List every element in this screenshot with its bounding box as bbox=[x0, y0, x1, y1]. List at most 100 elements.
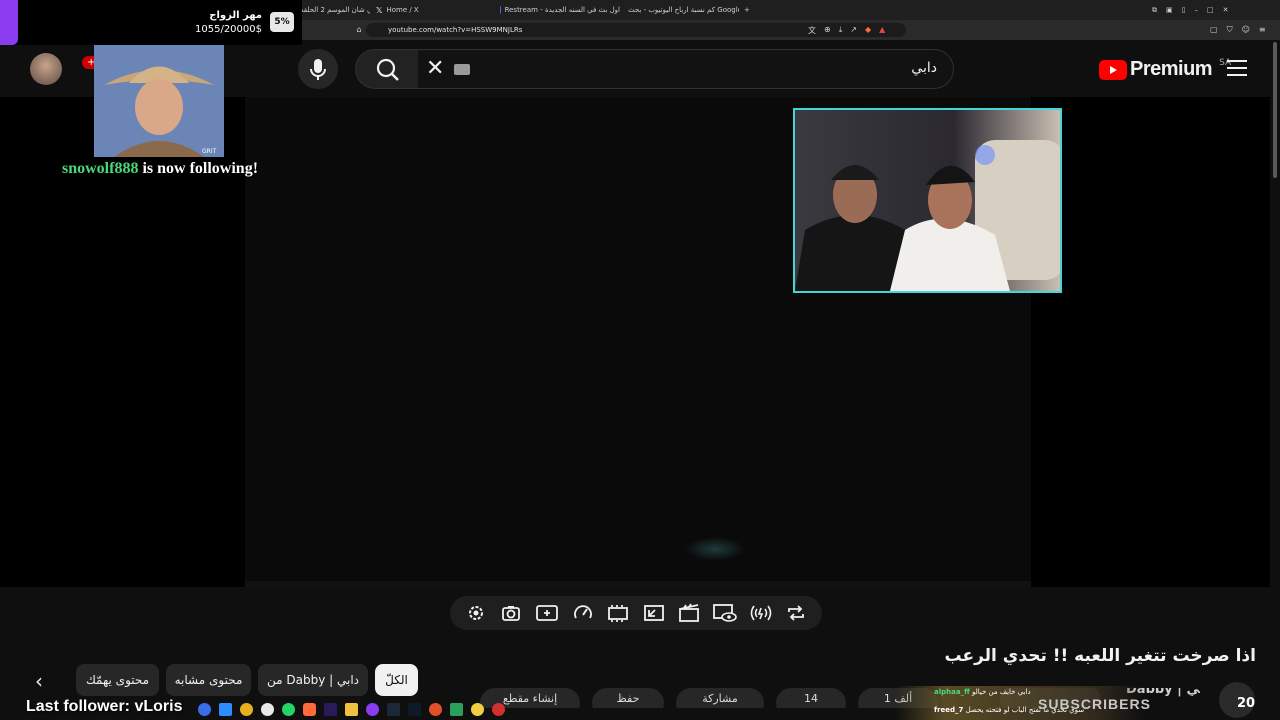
app-icon[interactable] bbox=[261, 703, 274, 716]
brand-text: Premium bbox=[1130, 58, 1213, 80]
chip-from-channel[interactable]: من Dabby | دابي bbox=[258, 664, 368, 696]
chip-all[interactable]: الكلّ bbox=[375, 664, 418, 696]
preview-button[interactable] bbox=[712, 600, 738, 626]
bookmark-icon[interactable]: ⌂ bbox=[354, 25, 364, 35]
cinema-mode-button[interactable] bbox=[605, 600, 631, 626]
reading-icon[interactable]: ▣ bbox=[1166, 6, 1173, 14]
video-dark-scene bbox=[685, 537, 745, 561]
browser-toolbar-icons: ⧉ ▣ ▯ – □ ✕ bbox=[1152, 3, 1262, 17]
search-input[interactable]: ✕ دابي bbox=[418, 49, 954, 89]
cowboy-image: GRIT bbox=[94, 45, 224, 157]
tab-restream[interactable]: Restream - اول بث في السنه الجديدة bbox=[500, 3, 620, 17]
last-follower: Last follower: vLoris bbox=[26, 698, 183, 715]
tab-label: جاكي شان الموسم 2 الحلقه bbox=[300, 6, 370, 14]
share-icon[interactable]: ↗ bbox=[850, 25, 857, 36]
sidebar-icon[interactable]: ▯ bbox=[1182, 6, 1186, 14]
wallet-icon[interactable]: ▢ bbox=[1210, 25, 1218, 35]
taskbar-apps bbox=[198, 703, 505, 716]
enhance-button[interactable] bbox=[534, 600, 560, 626]
minimize-button[interactable]: – bbox=[1194, 6, 1198, 14]
brave-rewards-icon[interactable]: ▲ bbox=[879, 25, 885, 36]
cinema-icon bbox=[608, 605, 629, 622]
search-button[interactable] bbox=[355, 49, 419, 89]
goal-percent: 5% bbox=[270, 12, 294, 32]
clapperboard-icon bbox=[679, 603, 700, 622]
chips-prev-button[interactable]: ‹ bbox=[24, 666, 54, 696]
app-icon[interactable] bbox=[198, 703, 211, 716]
steam-icon[interactable] bbox=[387, 703, 400, 716]
webcam-feed bbox=[795, 110, 1060, 291]
close-button[interactable]: ✕ bbox=[1223, 6, 1229, 14]
goal-progress-accent bbox=[0, 0, 18, 45]
menu-icon[interactable]: ≡ bbox=[1259, 25, 1266, 35]
goal-title: مهر الزواج bbox=[209, 10, 262, 21]
mic-icon bbox=[310, 59, 326, 80]
eye-screen-icon bbox=[713, 604, 737, 622]
video-title: اذا صرخت تتغير اللعبه !! تحدي الرعب bbox=[944, 646, 1256, 666]
maximize-button[interactable]: □ bbox=[1207, 6, 1214, 14]
enhance-icon bbox=[536, 605, 558, 621]
player-controls bbox=[450, 596, 822, 630]
app-icon[interactable] bbox=[366, 703, 379, 716]
voice-search-button[interactable] bbox=[298, 49, 338, 89]
goal-progress: 1055/20000$ bbox=[195, 24, 262, 35]
vpn-icon[interactable]: ⛉ bbox=[1227, 25, 1233, 35]
search-value: دابي bbox=[911, 60, 937, 76]
chip-relevant[interactable]: محتوى يهمّك bbox=[76, 664, 159, 696]
download-icon[interactable]: ⤓ bbox=[839, 25, 843, 36]
chat-line: alphaa_ff دابي خايف من خيالو bbox=[934, 688, 1031, 696]
svg-text:GRIT: GRIT bbox=[202, 148, 217, 155]
webcam-overlay bbox=[793, 108, 1062, 293]
clear-search-icon[interactable]: ✕ bbox=[426, 56, 444, 81]
chrome-icon[interactable] bbox=[240, 703, 253, 716]
app-icon[interactable] bbox=[471, 703, 484, 716]
search-icon bbox=[376, 58, 399, 81]
keyboard-icon[interactable] bbox=[454, 64, 470, 75]
whatsapp-icon[interactable] bbox=[282, 703, 295, 716]
x-logo-icon: 𝕏 bbox=[376, 5, 383, 15]
windows-taskbar: Last follower: vLoris bbox=[0, 698, 1280, 720]
extensions-icon[interactable]: ⧉ bbox=[1152, 6, 1157, 15]
brave-icon[interactable] bbox=[303, 703, 316, 716]
sound-wave-icon bbox=[750, 605, 771, 621]
page-scrollbar[interactable] bbox=[1270, 40, 1280, 720]
tab-google[interactable]: كم نسبة ارباح اليوتيوب - بحث Google bbox=[624, 3, 739, 17]
hamburger-icon[interactable] bbox=[1227, 60, 1247, 76]
youtube-logo[interactable]: Premium SA bbox=[1099, 58, 1231, 81]
avatar[interactable] bbox=[30, 53, 62, 85]
app-icon[interactable] bbox=[450, 703, 463, 716]
profile-icon[interactable]: ☺ bbox=[1242, 25, 1250, 35]
volume-boost-button[interactable] bbox=[748, 600, 774, 626]
obs-icon[interactable] bbox=[492, 703, 505, 716]
settings-button[interactable] bbox=[463, 600, 489, 626]
miniplayer-button[interactable] bbox=[641, 600, 667, 626]
video-bottom-edge bbox=[245, 581, 1031, 587]
restream-icon bbox=[500, 6, 501, 14]
chevron-left-icon: ‹ bbox=[35, 669, 43, 693]
tab-1[interactable]: جاكي شان الموسم 2 الحلقه bbox=[300, 3, 370, 17]
clapper-button[interactable] bbox=[676, 600, 702, 626]
app-icon[interactable] bbox=[408, 703, 421, 716]
premiere-icon[interactable] bbox=[324, 703, 337, 716]
tab-label: Restream - اول بث في السنه الجديدة bbox=[504, 6, 620, 14]
new-tab-button[interactable]: + bbox=[744, 3, 754, 17]
follower-name: snowolf888 bbox=[62, 160, 139, 177]
speed-button[interactable] bbox=[570, 600, 596, 626]
folder-icon[interactable] bbox=[345, 703, 358, 716]
speedometer-icon bbox=[573, 605, 592, 619]
app-icon[interactable] bbox=[429, 703, 442, 716]
screenshot-button[interactable] bbox=[498, 600, 524, 626]
youtube-play-icon bbox=[1099, 59, 1127, 80]
chip-similar[interactable]: محتوى مشابه bbox=[166, 664, 251, 696]
tab-x[interactable]: 𝕏 Home / X bbox=[376, 3, 496, 17]
camera-icon bbox=[502, 606, 521, 621]
translate-icon[interactable]: 文 bbox=[808, 25, 816, 36]
follower-alert-text: snowolf888 is now following! bbox=[62, 160, 258, 178]
loop-button[interactable] bbox=[783, 600, 809, 626]
tab-label: Home / X bbox=[386, 6, 419, 14]
scroll-thumb[interactable] bbox=[1273, 42, 1277, 178]
app-icon[interactable] bbox=[219, 703, 232, 716]
zoom-icon[interactable]: ⊕ bbox=[824, 25, 831, 36]
miniplayer-icon bbox=[643, 605, 664, 621]
brave-shield-icon[interactable]: ◆ bbox=[865, 25, 871, 36]
